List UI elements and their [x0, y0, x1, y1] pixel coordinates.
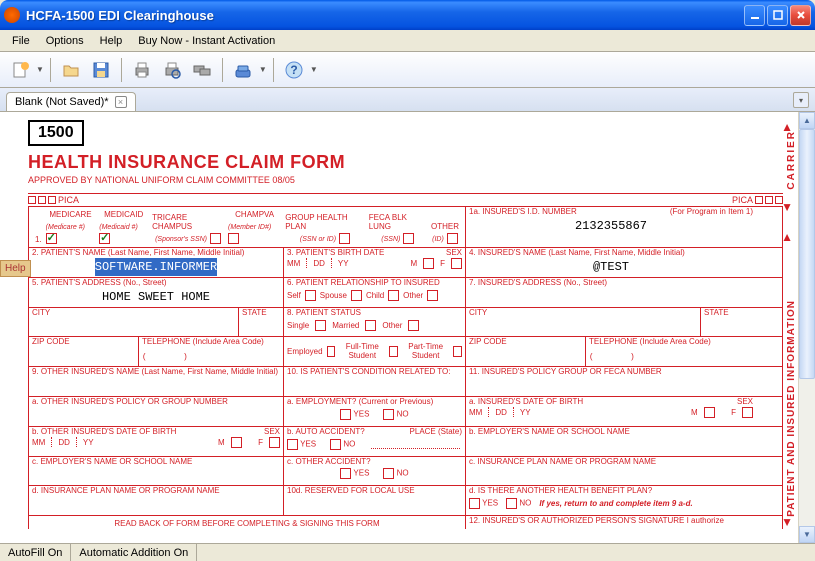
statusbar: AutoFill On Automatic Addition On: [0, 543, 815, 561]
insured-name-field[interactable]: @TEST: [469, 258, 753, 276]
minimize-button[interactable]: [744, 5, 765, 26]
patient-state-field[interactable]: [242, 317, 280, 335]
other-acc-yes-checkbox[interactable]: [340, 468, 351, 479]
patient-sex-f-checkbox[interactable]: [451, 258, 462, 269]
print-batch-button[interactable]: [188, 56, 216, 84]
group-checkbox[interactable]: [339, 233, 350, 244]
pica-row: PICA PICA: [28, 193, 783, 207]
other-insured-plan-field[interactable]: [32, 496, 280, 514]
help-button[interactable]: ?: [280, 56, 308, 84]
rel-child-checkbox[interactable]: [388, 290, 399, 301]
insured-id-field[interactable]: 2132355867: [469, 217, 753, 235]
auto-no-checkbox[interactable]: [330, 439, 341, 450]
insured-sex-m-checkbox[interactable]: [704, 407, 715, 418]
scroll-up-button[interactable]: ▲: [799, 112, 815, 129]
app-icon: [4, 7, 20, 23]
status-autoadd: Automatic Addition On: [71, 544, 197, 561]
insured-sex-f-checkbox[interactable]: [742, 407, 753, 418]
tab-close-button[interactable]: ×: [115, 96, 127, 108]
other-insured-policy-field[interactable]: [32, 407, 280, 425]
other-ins-checkbox[interactable]: [447, 233, 458, 244]
maximize-button[interactable]: [767, 5, 788, 26]
champva-checkbox[interactable]: [228, 233, 239, 244]
other-insured-employer-field[interactable]: [32, 466, 280, 484]
menu-buynow[interactable]: Buy Now - Instant Activation: [130, 33, 283, 49]
patient-phone-field[interactable]: ( ): [142, 347, 280, 365]
vertical-scrollbar[interactable]: ▲ ▼: [798, 112, 815, 543]
scroll-thumb[interactable]: [799, 129, 815, 379]
patient-zip-field[interactable]: [32, 347, 135, 365]
patient-info-arrow-down-icon: ▼: [781, 515, 793, 529]
status-ptstudent-checkbox[interactable]: [453, 346, 462, 357]
print-preview-button[interactable]: [158, 56, 186, 84]
window-title: HCFA-1500 EDI Clearinghouse: [26, 8, 744, 23]
other-insured-sex-f-checkbox[interactable]: [269, 437, 280, 448]
close-button[interactable]: [790, 5, 811, 26]
insured-policy-field[interactable]: [469, 377, 753, 395]
form-subtitle: APPROVED BY NATIONAL UNIFORM CLAIM COMMI…: [28, 175, 783, 185]
svg-text:?: ?: [290, 63, 297, 77]
other-insured-sex-m-checkbox[interactable]: [231, 437, 242, 448]
feca-checkbox[interactable]: [403, 233, 414, 244]
application-window: HCFA-1500 EDI Clearinghouse File Options…: [0, 0, 815, 561]
patient-sex-m-checkbox[interactable]: [423, 258, 434, 269]
tabbar: Blank (Not Saved)* × ▾: [0, 88, 815, 112]
rel-self-checkbox[interactable]: [305, 290, 316, 301]
form-title: HEALTH INSURANCE CLAIM FORM: [28, 152, 783, 173]
patient-name-field[interactable]: SOFTWARE.INFORMER: [95, 258, 217, 276]
insured-city-field[interactable]: [469, 317, 697, 335]
save-button[interactable]: [87, 56, 115, 84]
medicaid-checkbox[interactable]: [99, 233, 110, 244]
form-1500-box: 1500: [28, 120, 84, 146]
menu-file[interactable]: File: [4, 33, 38, 49]
content-area: Help 1500 HEALTH INSURANCE CLAIM FORM AP…: [0, 112, 815, 543]
status-ftstudent-checkbox[interactable]: [389, 346, 398, 357]
employment-yes-checkbox[interactable]: [340, 409, 351, 420]
insured-state-field[interactable]: [704, 317, 753, 335]
auto-yes-checkbox[interactable]: [287, 439, 298, 450]
document-tab[interactable]: Blank (Not Saved)* ×: [6, 92, 136, 111]
benefit-no-checkbox[interactable]: [506, 498, 517, 509]
insured-zip-field[interactable]: [469, 347, 582, 365]
toolbar: ▼ ▼ ? ▼: [0, 52, 815, 88]
benefit-yes-checkbox[interactable]: [469, 498, 480, 509]
insured-phone-field[interactable]: ( ): [589, 347, 753, 365]
print-button[interactable]: [128, 56, 156, 84]
employment-no-checkbox[interactable]: [383, 409, 394, 420]
menubar: File Options Help Buy Now - Instant Acti…: [0, 30, 815, 52]
insured-plan-name-field[interactable]: [469, 466, 753, 484]
tab-label: Blank (Not Saved)*: [15, 96, 109, 108]
status-employed-checkbox[interactable]: [327, 346, 336, 357]
open-button[interactable]: [57, 56, 85, 84]
read-back-text: READ BACK OF FORM BEFORE COMPLETING & SI…: [32, 517, 462, 528]
titlebar: HCFA-1500 EDI Clearinghouse: [0, 0, 815, 30]
insured-employer-field[interactable]: [469, 437, 753, 455]
status-married-checkbox[interactable]: [365, 320, 376, 331]
patient-info-side-label: PATIENT AND INSURED INFORMATION: [786, 300, 797, 517]
claim-form: 1500 HEALTH INSURANCE CLAIM FORM APPROVE…: [28, 120, 783, 529]
menu-help[interactable]: Help: [92, 33, 131, 49]
carrier-side-label: CARRIER: [786, 130, 797, 190]
scroll-down-button[interactable]: ▼: [799, 526, 815, 543]
help-side-tab[interactable]: Help: [0, 260, 31, 277]
status-single-checkbox[interactable]: [315, 320, 326, 331]
other-insured-name-field[interactable]: [32, 377, 280, 395]
other-acc-no-checkbox[interactable]: [383, 468, 394, 479]
carrier-arrow-down-icon: ▼: [781, 200, 793, 214]
medicare-checkbox[interactable]: [46, 233, 57, 244]
tab-scroll-button[interactable]: ▾: [793, 92, 809, 108]
menu-options[interactable]: Options: [38, 33, 92, 49]
tricare-checkbox[interactable]: [210, 233, 221, 244]
batch-button[interactable]: [229, 56, 257, 84]
rel-other-checkbox[interactable]: [427, 290, 438, 301]
status-autofill: AutoFill On: [0, 544, 71, 561]
rel-spouse-checkbox[interactable]: [351, 290, 362, 301]
insured-address-field[interactable]: [469, 288, 753, 306]
patient-city-field[interactable]: [32, 317, 235, 335]
patient-info-arrow-up-icon: ▲: [781, 230, 793, 244]
status-other-checkbox[interactable]: [408, 320, 419, 331]
reserved-local-field[interactable]: [287, 496, 462, 514]
patient-address-field[interactable]: HOME SWEET HOME: [32, 288, 280, 306]
new-button[interactable]: [6, 56, 34, 84]
